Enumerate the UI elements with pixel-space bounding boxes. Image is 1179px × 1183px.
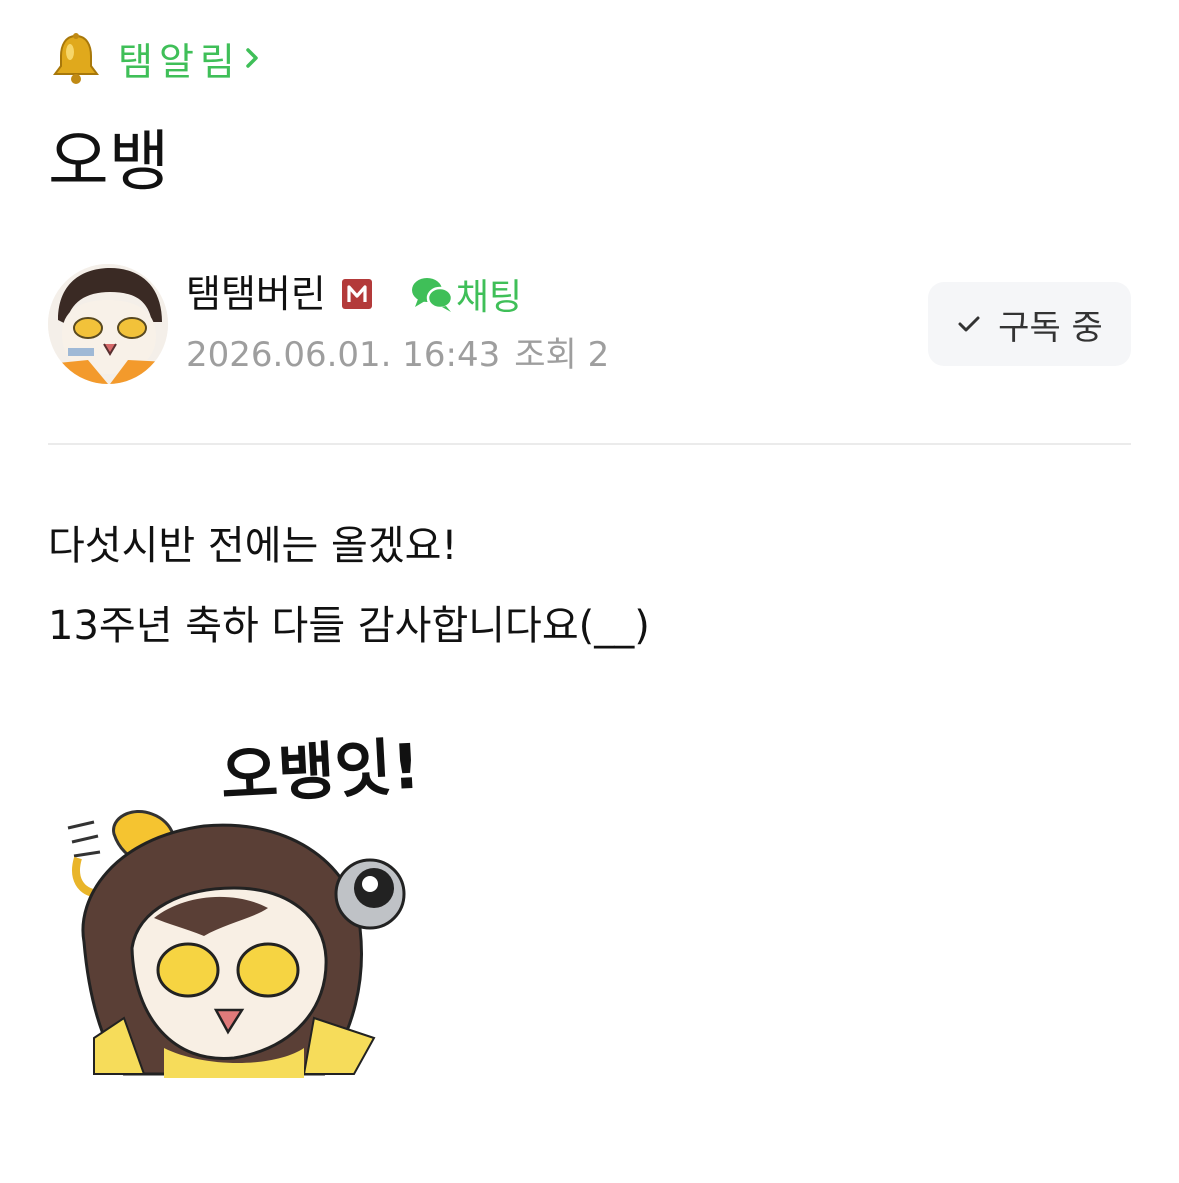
check-icon: [958, 316, 980, 332]
post-body: 다섯시반 전에는 올겠요! 13주년 축하 다들 감사합니다요(__): [48, 516, 650, 676]
post-date: 2026.06.01. 16:43: [186, 335, 501, 375]
divider: [48, 443, 1131, 445]
manager-badge-icon: [341, 279, 372, 309]
board-name: 탬알림: [118, 39, 241, 84]
subscribe-label: 구독 중: [998, 307, 1103, 348]
post-meta: 2026.06.01. 16:43 조회 2: [186, 332, 609, 378]
bell-icon: [53, 33, 99, 84]
body-line: 13주년 축하 다들 감사합니다요(__): [48, 603, 650, 649]
sticker-text: 오뱅잇!: [219, 730, 422, 813]
chevron-right-icon: [246, 48, 258, 68]
view-count: 조회 2: [514, 335, 610, 375]
body-line: 다섯시반 전에는 올겠요!: [48, 523, 458, 569]
chat-button[interactable]: 채팅: [410, 268, 522, 320]
post-title: 오뱅: [48, 123, 170, 200]
author-name[interactable]: 탬탬버린: [186, 268, 326, 320]
board-link[interactable]: 탬알림: [48, 30, 263, 86]
avatar[interactable]: [48, 264, 168, 384]
chat-bubbles-icon: [411, 278, 454, 312]
chat-label: 채팅: [455, 277, 523, 318]
sticker-image: 오뱅잇!: [67, 730, 422, 1078]
subscribe-button[interactable]: 구독 중: [928, 282, 1131, 366]
